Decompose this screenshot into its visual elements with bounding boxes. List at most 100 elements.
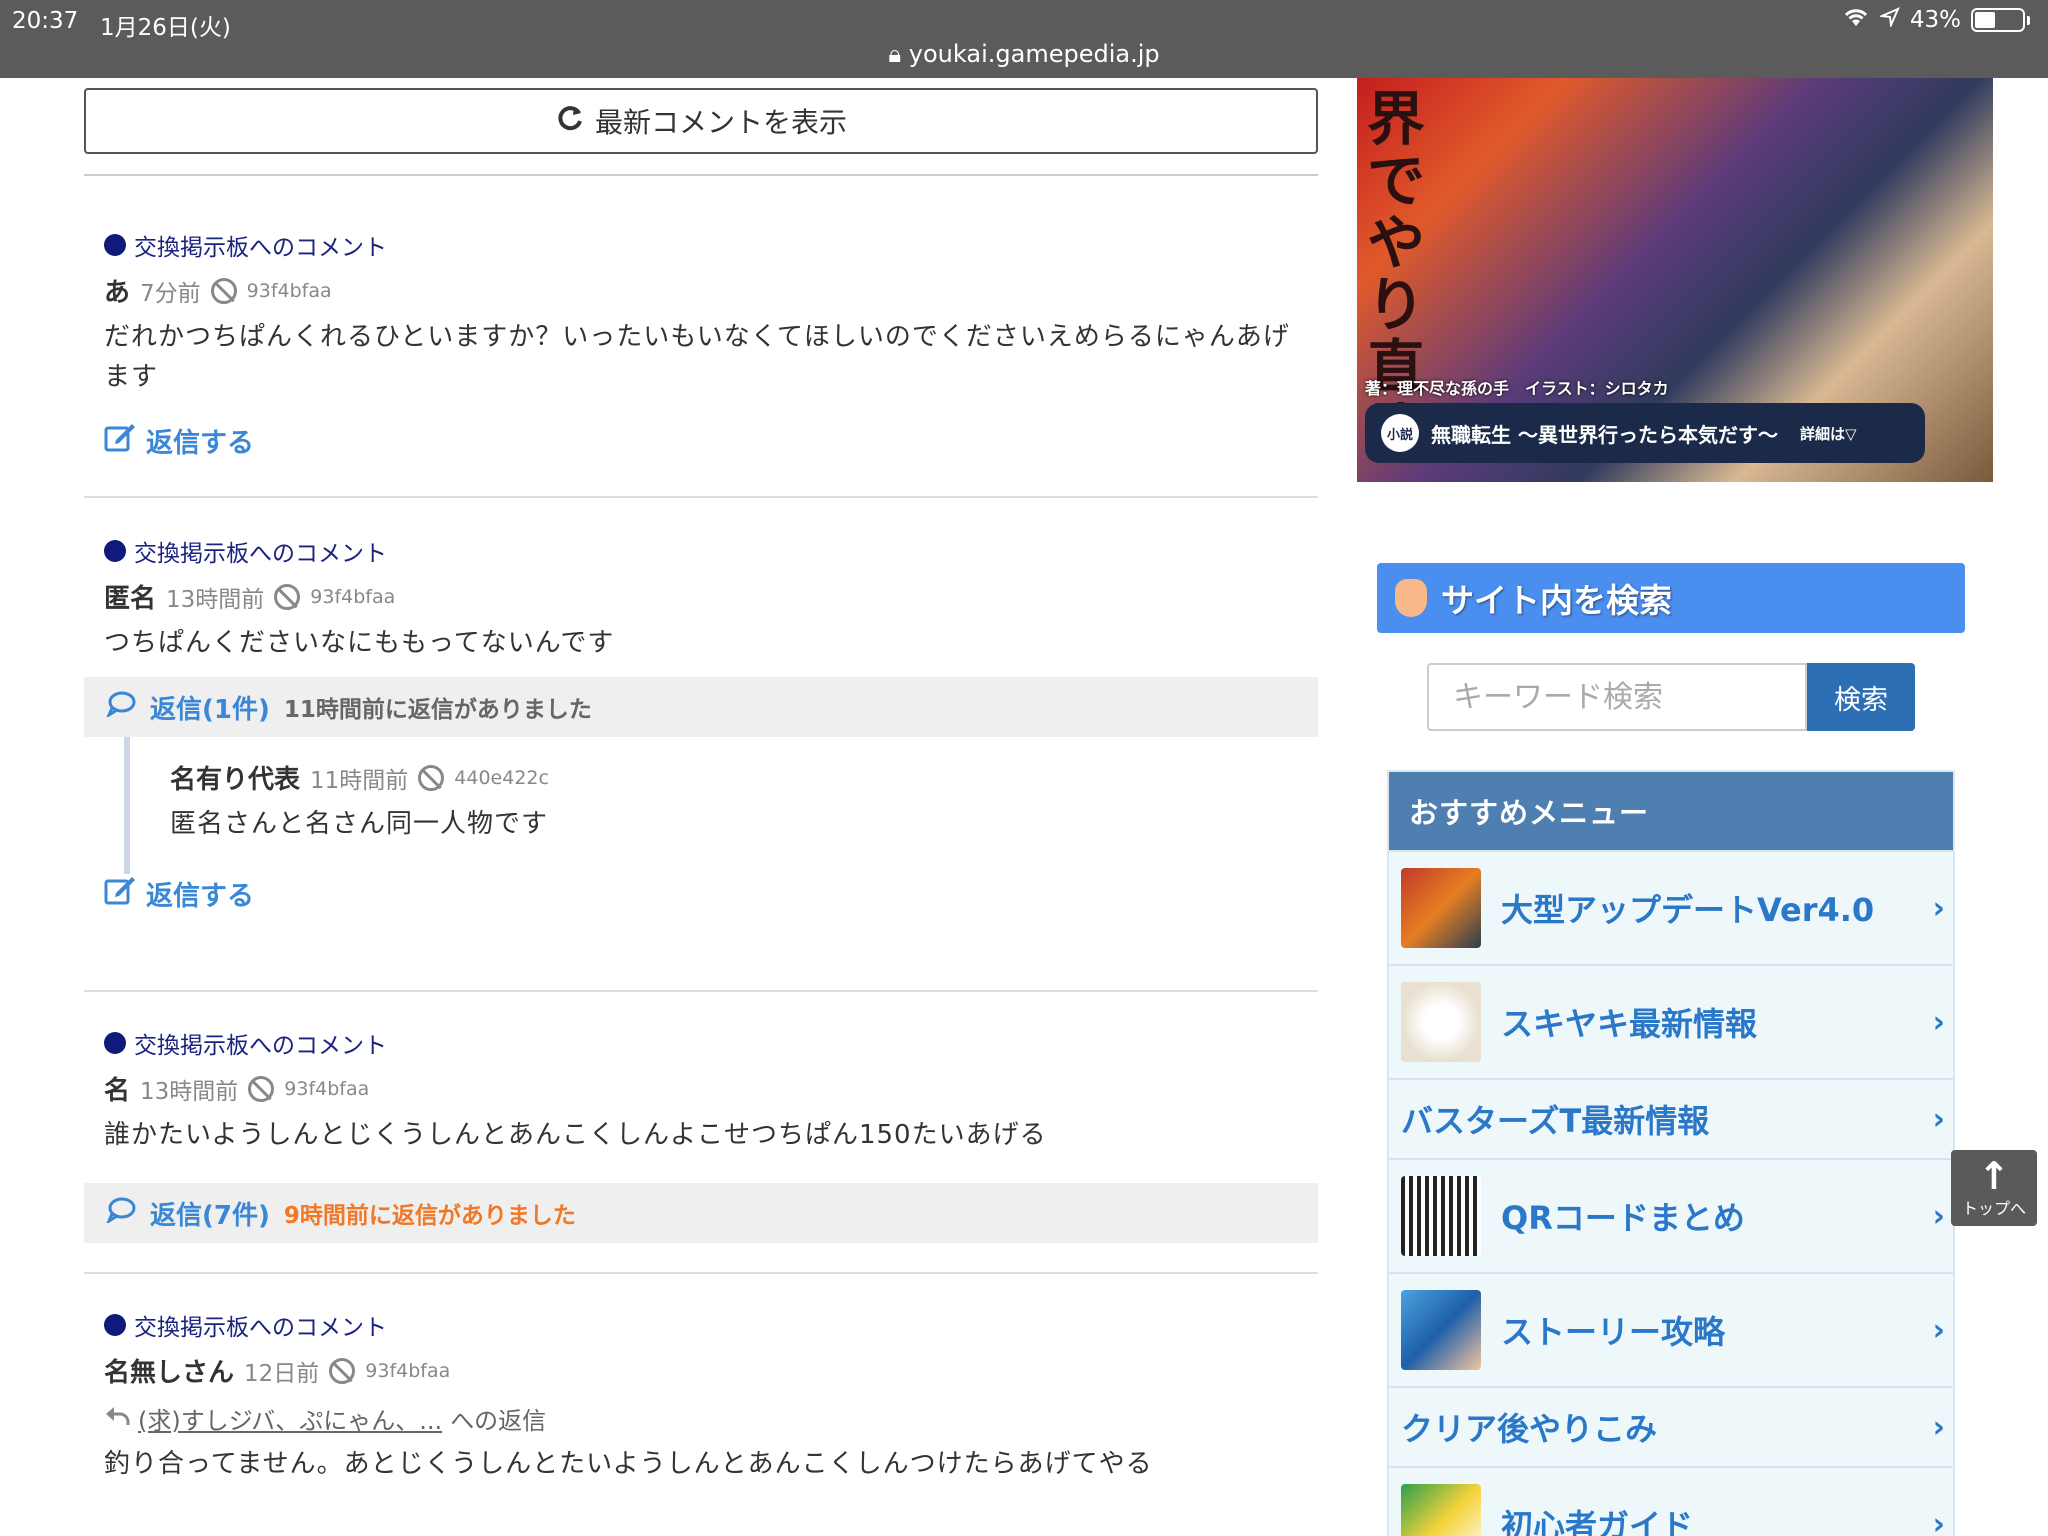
address-bar[interactable]: 🔒︎ youkai.gamepedia.jp [0, 40, 2048, 68]
story-thumbnail-icon [1401, 1290, 1481, 1370]
status-bar: 20:37 1月26日(火) 43% 🔒︎ youkai.gamepedia.j… [0, 0, 2048, 78]
search-form: 検索 [1427, 663, 1915, 731]
comment-id: 93f4bfaa [246, 279, 332, 302]
board-link[interactable]: 交換掲示板へのコメント [104, 1026, 1298, 1060]
comment-meta: 名 13時間前 93f4bfaa [104, 1070, 1298, 1107]
reply-note: 9時間前に返信がありました [283, 1203, 576, 1229]
reply-note: 11時間前に返信がありました [283, 697, 592, 723]
board-dot-icon [104, 234, 126, 256]
menu-item-story[interactable]: ストーリー攻略 › [1389, 1272, 1953, 1386]
back-to-top-button[interactable]: ↑ トップへ [1951, 1150, 2037, 1226]
banner-title: 無職転生 ～異世界行ったら本気だす～ [1431, 422, 1778, 447]
menu-item-label: QRコードまとめ [1501, 1199, 1745, 1237]
show-latest-label: 最新コメントを表示 [594, 106, 847, 139]
reply-author: 名有り代表 [170, 765, 301, 795]
comment-body: 釣り合ってません。あとじくうしんとたいようしんとあんこくしんつけたらあげてやる [104, 1449, 1153, 1479]
recommended-menu: おすすめメニュー 大型アップデートVer4.0 › スキヤキ最新情報 › バスタ… [1387, 770, 1955, 1536]
board-dot-icon [104, 1032, 126, 1054]
comments-column: 最新コメントを表示 交換掲示板へのコメント あ 7分前 93f4bfaa だれか… [84, 78, 1318, 1484]
reply-label: 返信する [146, 881, 254, 912]
comment-meta: 匿名 13時間前 93f4bfaa [104, 578, 1298, 615]
location-arrow-icon [1878, 7, 1900, 33]
speech-bubble-icon [105, 1197, 136, 1230]
comment-author: 名 [104, 1076, 131, 1106]
board-link[interactable]: 交換掲示板へのコメント [104, 228, 1298, 262]
comment-item: 交換掲示板へのコメント 名無しさん 12日前 93f4bfaa (求)すしジバ、… [84, 1274, 1318, 1484]
block-icon[interactable] [274, 583, 301, 610]
lock-icon: 🔒︎ [888, 40, 902, 68]
battery-percent: 43% [1909, 7, 1961, 33]
menu-item-label: スキヤキ最新情報 [1501, 1005, 1758, 1043]
reply-to-link[interactable]: (求)すしジバ、ぷにゃん、... [138, 1401, 442, 1436]
nested-reply: 名有り代表 11時間前 440e422c 匿名さんと名さん同一人物です [124, 737, 1318, 874]
comment-author: あ [104, 278, 131, 308]
banner-title-bar: 小説 無職転生 ～異世界行ったら本気だす～ 詳細は▽ [1365, 403, 1925, 463]
reply-meta: 名有り代表 11時間前 440e422c [170, 759, 1318, 796]
block-icon[interactable] [210, 277, 237, 304]
comment-item: 交換掲示板へのコメント 名 13時間前 93f4bfaa 誰かたいようしんとじく… [84, 992, 1318, 1274]
menu-item-qr[interactable]: QRコードまとめ › [1389, 1158, 1953, 1272]
menu-item-postgame[interactable]: クリア後やりこみ › [1389, 1386, 1953, 1466]
reply-label: 返信する [146, 428, 254, 459]
edit-icon [104, 422, 136, 459]
search-button[interactable]: 検索 [1807, 663, 1915, 731]
chevron-right-icon: › [1932, 1101, 1945, 1137]
reply-count: 返信(1件) [150, 694, 270, 725]
reply-button[interactable]: 返信する [104, 421, 1298, 460]
banner-badge: 小説 [1381, 414, 1419, 452]
site-search-title: サイト内を検索 [1441, 581, 1672, 620]
board-link-label: 交換掲示板へのコメント [134, 235, 387, 261]
board-dot-icon [104, 540, 126, 562]
edit-icon [104, 875, 136, 912]
sukiyaki-logo-icon [1401, 982, 1481, 1062]
status-date: 1月26日(火) [100, 15, 231, 41]
block-icon[interactable] [329, 1357, 356, 1384]
block-icon[interactable] [248, 1075, 275, 1102]
keyword-search-input[interactable] [1427, 663, 1807, 731]
comment-author: 匿名 [104, 584, 157, 614]
chevron-right-icon: › [1932, 1506, 1945, 1536]
comment-item: 交換掲示板へのコメント 匿名 13時間前 93f4bfaa つちぱんくださいなに… [84, 498, 1318, 992]
site-search-heading: サイト内を検索 [1377, 563, 1965, 633]
battery-cap [2027, 15, 2030, 25]
show-latest-comments-button[interactable]: 最新コメントを表示 [84, 88, 1318, 154]
comment-time: 13時間前 [166, 586, 265, 613]
reply-arrow-icon [104, 1405, 130, 1433]
board-link-label: 交換掲示板へのコメント [134, 1315, 387, 1341]
replies-toggle[interactable]: 返信(1件) 11時間前に返信がありました [84, 677, 1318, 737]
menu-item-label: バスターズT最新情報 [1401, 1102, 1710, 1140]
banner-credit: 著：理不尽な孫の手 イラスト：シロタカ [1365, 379, 1669, 398]
menu-item-label: 大型アップデートVer4.0 [1501, 891, 1875, 929]
back-to-top-label: トップへ [1961, 1199, 2026, 1218]
battery-icon [1971, 8, 2025, 32]
menu-item-beginner[interactable]: 初心者ガイド › [1389, 1466, 1953, 1536]
comment-body: つちぱんくださいなにももってないんです [104, 628, 615, 658]
reply-button[interactable]: 返信する [104, 874, 1298, 913]
reply-count: 返信(7件) [150, 1200, 270, 1231]
arrow-up-icon: ↑ [1978, 1154, 2010, 1198]
board-link[interactable]: 交換掲示板へのコメント [104, 534, 1298, 568]
replies-toggle[interactable]: 返信(7件) 9時間前に返信がありました [84, 1183, 1318, 1243]
chevron-right-icon: › [1932, 1004, 1945, 1040]
novel-ad-banner[interactable]: 界でやり直す！ 著：理不尽な孫の手 イラスト：シロタカ 小説 無職転生 ～異世界… [1357, 78, 1993, 482]
reply-id: 440e422c [454, 766, 549, 789]
menu-item-sukiyaki[interactable]: スキヤキ最新情報 › [1389, 964, 1953, 1078]
reply-to-suffix: への返信 [450, 1407, 547, 1435]
update-thumbnail-icon [1401, 868, 1481, 948]
comment-meta: 名無しさん 12日前 93f4bfaa [104, 1352, 1298, 1389]
menu-item-busters[interactable]: バスターズT最新情報 › [1389, 1078, 1953, 1158]
status-time: 20:37 [12, 8, 79, 34]
menu-item-update[interactable]: 大型アップデートVer4.0 › [1389, 850, 1953, 964]
comment-id: 93f4bfaa [365, 1359, 451, 1382]
sidebar: 界でやり直す！ 著：理不尽な孫の手 イラスト：シロタカ 小説 無職転生 ～異世界… [1357, 78, 1993, 1536]
comment-body: だれかつちぱんくれるひといますか？いったいもいなくてほしいのでくださいえめらるに… [104, 322, 1290, 392]
block-icon[interactable] [418, 764, 445, 791]
speech-bubble-icon [105, 691, 136, 724]
board-dot-icon [104, 1314, 126, 1336]
board-link[interactable]: 交換掲示板へのコメント [104, 1308, 1298, 1342]
comment-time: 13時間前 [140, 1078, 239, 1105]
menu-item-label: クリア後やりこみ [1401, 1410, 1658, 1448]
recommended-menu-heading: おすすめメニュー [1389, 772, 1953, 850]
menu-item-label: 初心者ガイド [1501, 1507, 1694, 1536]
comment-body: 誰かたいようしんとじくうしんとあんこくしんよこせつちぱん150たいあげる [104, 1120, 1047, 1150]
